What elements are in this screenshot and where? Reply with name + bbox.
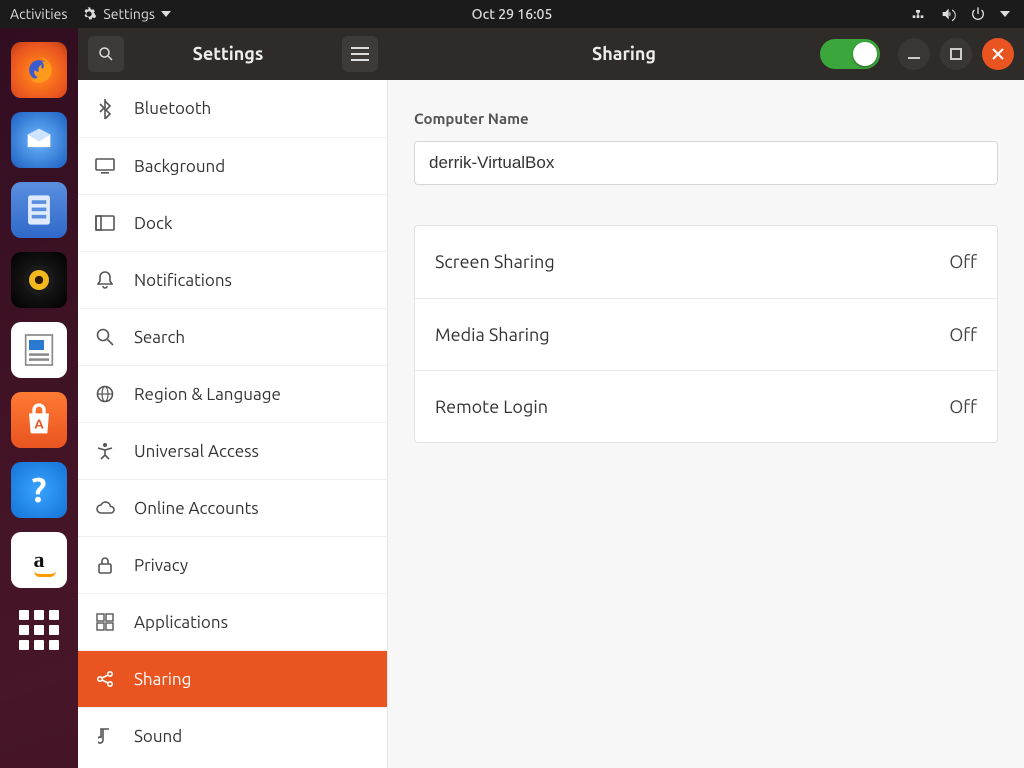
sidebar-item-label: Notifications	[134, 271, 232, 290]
activities-button[interactable]: Activities	[10, 6, 67, 22]
chevron-down-icon	[161, 11, 171, 17]
dock-item-firefox[interactable]	[11, 42, 67, 98]
svg-text:A: A	[34, 416, 44, 431]
app-menu-label: Settings	[103, 6, 155, 22]
option-media-sharing[interactable]: Media Sharing Off	[415, 298, 997, 370]
lock-icon	[94, 556, 116, 574]
dock-item-show-applications[interactable]	[11, 602, 67, 658]
sidebar-item-label: Online Accounts	[134, 499, 259, 518]
headerbar: Settings Sharing	[78, 28, 1024, 80]
sidebar-item-label: Region & Language	[134, 385, 281, 404]
hamburger-icon	[351, 47, 369, 61]
cloud-icon	[94, 501, 116, 515]
option-status: Off	[949, 325, 977, 345]
amazon-icon: a	[34, 547, 45, 573]
maximize-icon	[950, 48, 962, 60]
sharing-panel: Computer Name Screen Sharing Off Media S…	[388, 80, 1024, 768]
globe-icon	[94, 385, 116, 403]
option-status: Off	[949, 397, 977, 417]
maximize-button[interactable]	[940, 38, 972, 70]
option-status: Off	[949, 252, 977, 272]
volume-icon	[940, 6, 956, 22]
apps-grid-icon	[19, 610, 59, 650]
question-icon: ?	[32, 471, 47, 509]
dock-item-writer[interactable]	[11, 322, 67, 378]
option-remote-login[interactable]: Remote Login Off	[415, 370, 997, 442]
chevron-down-icon	[1000, 11, 1010, 17]
computer-name-input[interactable]	[414, 141, 998, 185]
firefox-icon	[22, 53, 56, 87]
search-icon	[94, 328, 116, 346]
dock-item-help[interactable]: ?	[11, 462, 67, 518]
sidebar-item-sharing[interactable]: Sharing	[78, 650, 387, 707]
sidebar-item-label: Dock	[134, 214, 172, 233]
speaker-icon	[19, 260, 59, 300]
sidebar-item-universal-access[interactable]: Universal Access	[78, 422, 387, 479]
dock: A ? a	[0, 28, 78, 768]
accessibility-icon	[94, 442, 116, 460]
document-icon	[19, 330, 59, 370]
sidebar-item-label: Privacy	[134, 556, 188, 575]
sidebar-item-label: Universal Access	[134, 442, 259, 461]
dock-item-thunderbird[interactable]	[11, 112, 67, 168]
bell-icon	[94, 271, 116, 289]
clock[interactable]: Oct 29 16:05	[472, 6, 553, 22]
gnome-topbar: Activities Settings Oct 29 16:05	[0, 0, 1024, 28]
sidebar-item-label: Background	[134, 157, 225, 176]
app-menu[interactable]: Settings	[81, 6, 171, 22]
sidebar-item-online-accounts[interactable]: Online Accounts	[78, 479, 387, 536]
close-icon	[992, 48, 1004, 60]
thunderbird-icon	[22, 123, 56, 157]
search-button[interactable]	[88, 36, 124, 72]
sidebar-item-region[interactable]: Region & Language	[78, 365, 387, 422]
option-label: Media Sharing	[435, 325, 550, 345]
power-icon	[970, 6, 986, 22]
sidebar-item-applications[interactable]: Applications	[78, 593, 387, 650]
sidebar-item-privacy[interactable]: Privacy	[78, 536, 387, 593]
gear-icon	[81, 6, 97, 22]
close-button[interactable]	[982, 38, 1014, 70]
dock-item-amazon[interactable]: a	[11, 532, 67, 588]
option-screen-sharing[interactable]: Screen Sharing Off	[415, 226, 997, 298]
option-label: Screen Sharing	[435, 252, 555, 272]
computer-name-label: Computer Name	[414, 110, 998, 127]
sidebar-item-label: Sound	[134, 727, 182, 746]
sidebar-item-bluetooth[interactable]: Bluetooth	[78, 80, 387, 137]
panel-title: Sharing	[388, 44, 820, 64]
files-icon	[24, 193, 54, 227]
sidebar-item-label: Applications	[134, 613, 228, 632]
dock-item-files[interactable]	[11, 182, 67, 238]
dock-item-rhythmbox[interactable]	[11, 252, 67, 308]
system-status-area[interactable]	[910, 6, 1024, 22]
dock-icon	[94, 215, 116, 231]
sidebar-title: Settings	[124, 44, 332, 64]
sharing-options-list: Screen Sharing Off Media Sharing Off Rem…	[414, 225, 998, 443]
sidebar-item-dock[interactable]: Dock	[78, 194, 387, 251]
search-icon	[97, 45, 115, 63]
minimize-icon	[908, 48, 920, 60]
settings-sidebar: Bluetooth Background Dock Notifications …	[78, 80, 388, 768]
sidebar-item-sound[interactable]: Sound	[78, 707, 387, 764]
network-icon	[910, 6, 926, 22]
option-label: Remote Login	[435, 397, 548, 417]
dock-item-software[interactable]: A	[11, 392, 67, 448]
sidebar-item-label: Bluetooth	[134, 99, 211, 118]
sidebar-item-label: Search	[134, 328, 185, 347]
desktop: A ? a Settings	[0, 28, 1024, 768]
sidebar-item-background[interactable]: Background	[78, 137, 387, 194]
display-icon	[94, 158, 116, 174]
sidebar-item-search[interactable]: Search	[78, 308, 387, 365]
bluetooth-icon	[94, 99, 116, 119]
sidebar-item-label: Sharing	[134, 670, 191, 689]
settings-window: Settings Sharing	[78, 28, 1024, 768]
sidebar-item-notifications[interactable]: Notifications	[78, 251, 387, 308]
applications-icon	[94, 613, 116, 631]
shopping-bag-icon: A	[19, 400, 59, 440]
sharing-master-toggle[interactable]	[820, 39, 880, 69]
minimize-button[interactable]	[898, 38, 930, 70]
share-icon	[94, 670, 116, 688]
music-icon	[94, 727, 116, 745]
hamburger-menu-button[interactable]	[342, 36, 378, 72]
